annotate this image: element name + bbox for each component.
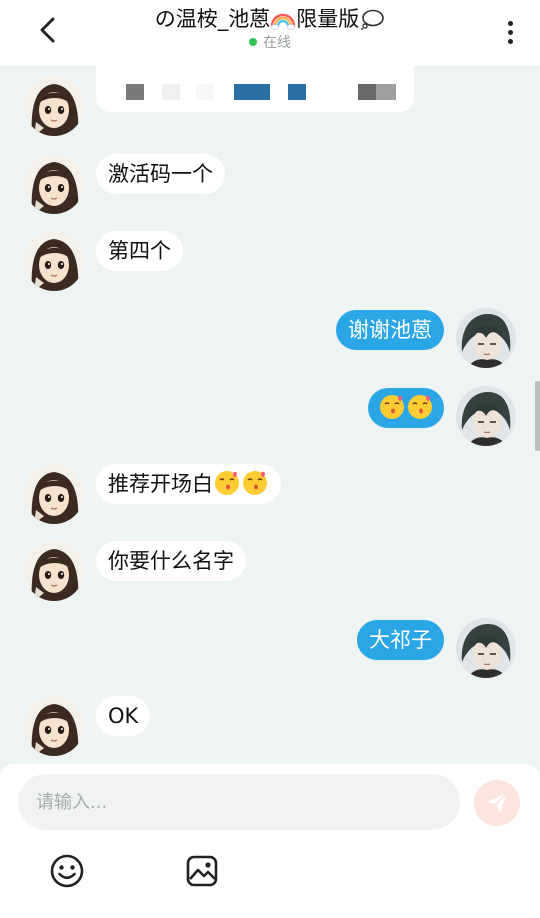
contact-name: の温桉_池蒽	[154, 7, 271, 31]
incoming-message[interactable]: 第四个	[96, 231, 183, 271]
online-status: 在线	[0, 34, 540, 52]
chat-title: の温桉_池蒽 限量版	[0, 6, 540, 32]
send-icon	[487, 792, 508, 813]
contact-avatar[interactable]	[24, 696, 84, 756]
thought-bubble-icon	[361, 9, 385, 30]
incoming-message[interactable]: 你要什么名字	[96, 541, 246, 581]
contact-avatar[interactable]	[24, 154, 84, 214]
incoming-message[interactable]: 激活码一个	[96, 154, 225, 194]
outgoing-message[interactable]: 大祁子	[357, 620, 444, 660]
message-input[interactable]	[18, 774, 460, 830]
outgoing-message[interactable]: 谢谢池蒽	[336, 310, 444, 350]
pixelated-image-message[interactable]	[96, 66, 414, 112]
pixelated-image	[126, 84, 396, 100]
user-avatar[interactable]	[456, 618, 516, 678]
user-avatar[interactable]	[456, 308, 516, 368]
status-text: 在线	[263, 35, 291, 51]
send-button[interactable]	[474, 780, 520, 826]
image-icon	[186, 855, 218, 887]
kissing-emoji-icon	[213, 468, 269, 509]
message-list[interactable]: 激活码一个 第四个 谢谢池蒽 推荐开场白 你要什么名字 大祁子 OK	[0, 66, 540, 764]
outgoing-emoji-message[interactable]	[368, 388, 444, 428]
online-dot	[249, 38, 257, 46]
message-text: 推荐开场白	[108, 472, 213, 496]
composer	[0, 764, 540, 918]
incoming-message[interactable]: OK	[96, 696, 151, 736]
rainbow-icon	[270, 13, 296, 30]
scrollbar[interactable]	[535, 381, 540, 451]
contact-avatar[interactable]	[24, 541, 84, 601]
contact-avatar[interactable]	[24, 464, 84, 524]
image-button[interactable]	[183, 852, 221, 890]
more-vertical-icon	[507, 20, 513, 26]
more-options-button[interactable]	[498, 12, 522, 52]
smiley-icon	[50, 854, 84, 888]
chat-header: の温桉_池蒽 限量版 在线	[0, 0, 540, 66]
kissing-emoji-icon	[378, 392, 434, 433]
contact-avatar[interactable]	[24, 231, 84, 291]
title-suffix: 限量版	[296, 7, 360, 31]
incoming-message[interactable]: 推荐开场白	[96, 464, 281, 504]
emoji-button[interactable]	[48, 852, 86, 890]
user-avatar[interactable]	[456, 386, 516, 446]
contact-avatar[interactable]	[24, 76, 84, 136]
